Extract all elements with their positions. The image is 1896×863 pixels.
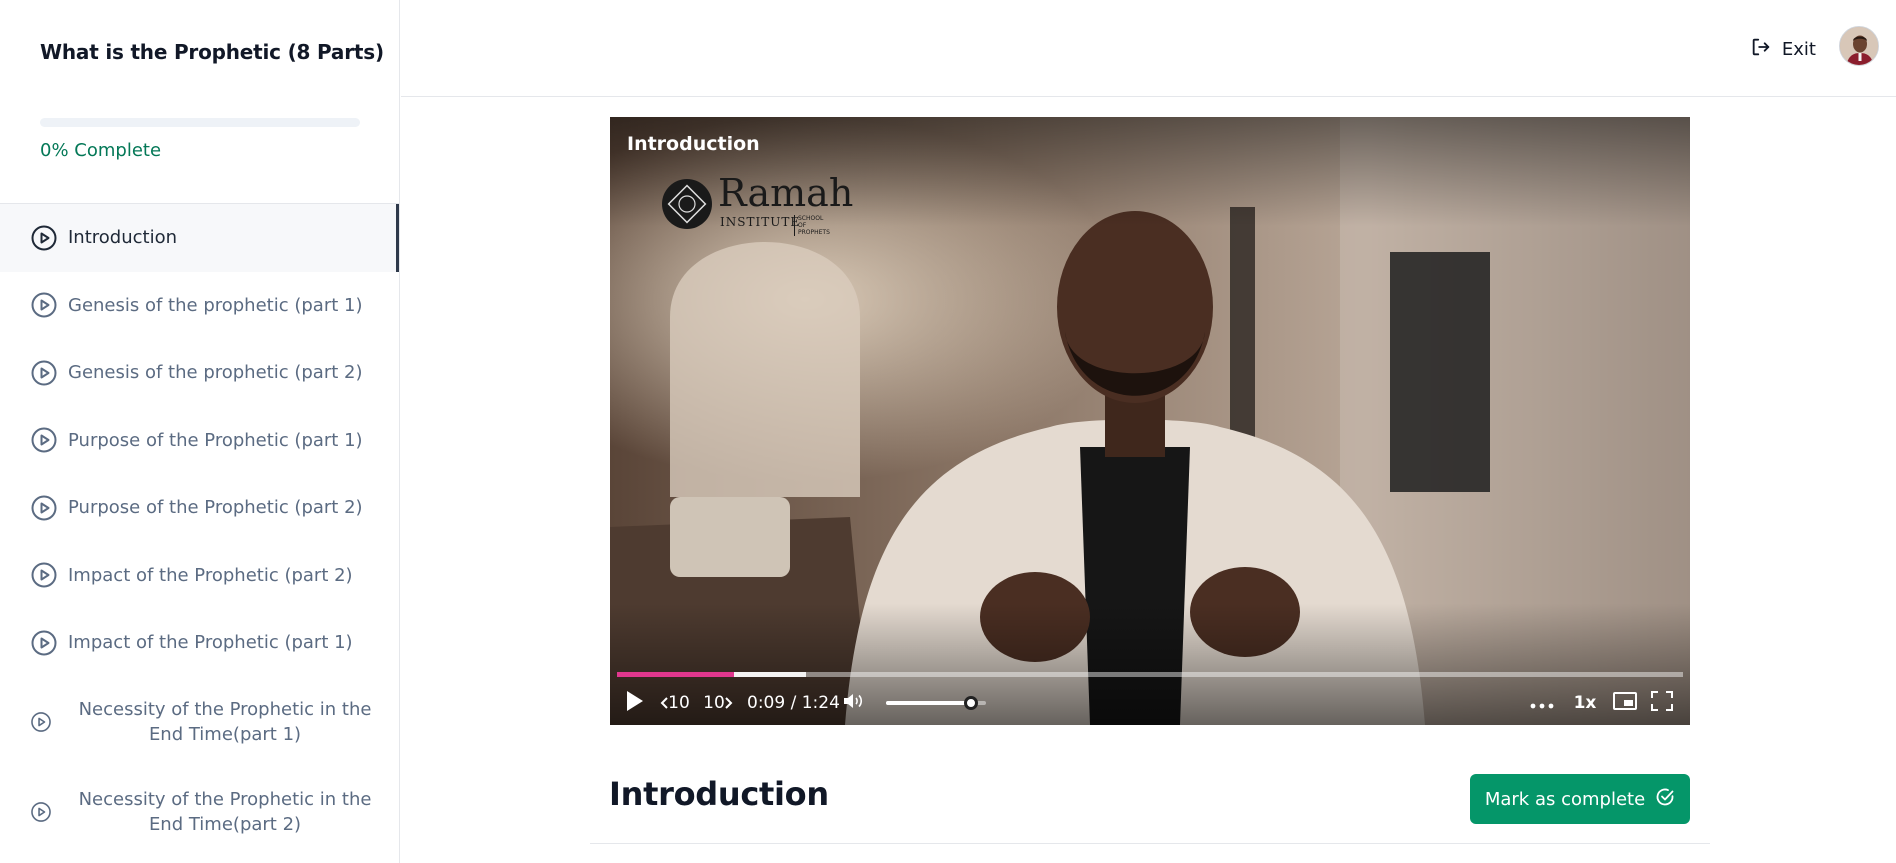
seek-bar[interactable] bbox=[617, 672, 1683, 677]
check-circle-icon bbox=[1655, 787, 1675, 812]
play-circle-icon bbox=[30, 801, 52, 823]
course-progress-bar bbox=[40, 118, 360, 127]
rewind-10-button[interactable]: 10 bbox=[659, 685, 691, 721]
play-circle-icon bbox=[30, 561, 58, 589]
lesson-item-impact-part-1[interactable]: Impact of the Prophetic (part 1) bbox=[0, 609, 399, 677]
play-circle-icon bbox=[30, 629, 58, 657]
lesson-item-label: Genesis of the prophetic (part 2) bbox=[68, 362, 363, 384]
more-options-button[interactable] bbox=[1527, 685, 1557, 721]
lesson-list: Introduction Genesis of the prophetic (p… bbox=[0, 204, 399, 857]
app: What is the Prophetic (8 Parts) 0% Compl… bbox=[0, 0, 1896, 863]
logo-name: Ramah bbox=[718, 171, 854, 215]
play-circle-icon bbox=[30, 494, 58, 522]
volume-slider[interactable] bbox=[886, 696, 986, 710]
lesson-item-impact-part-2[interactable]: Impact of the Prophetic (part 2) bbox=[0, 542, 399, 610]
lesson-item-necessity-part-2[interactable]: Necessity of the Prophetic in the End Ti… bbox=[0, 767, 399, 857]
course-progress-label: 0% Complete bbox=[40, 140, 162, 161]
logo-sub: INSTITUTE bbox=[720, 215, 801, 229]
lesson-item-label: Genesis of the prophetic (part 1) bbox=[68, 294, 363, 316]
top-header: Exit bbox=[401, 0, 1896, 97]
video-player[interactable]: Introduction Ramah INSTITUTE SCHOOL OF P… bbox=[610, 117, 1690, 725]
content-divider bbox=[590, 843, 1710, 844]
mark-as-complete-button[interactable]: Mark as complete bbox=[1470, 774, 1690, 824]
lesson-item-introduction[interactable]: Introduction bbox=[0, 204, 399, 272]
forward-10-button[interactable]: 10 bbox=[702, 685, 734, 721]
picture-in-picture-button[interactable] bbox=[1610, 685, 1640, 721]
fullscreen-icon bbox=[1651, 691, 1673, 715]
lesson-item-label: Impact of the Prophetic (part 2) bbox=[68, 564, 353, 586]
play-button[interactable] bbox=[622, 685, 648, 721]
time-display: 0:09 / 1:24 bbox=[747, 693, 840, 713]
lesson-item-genesis-part-2[interactable]: Genesis of the prophetic (part 2) bbox=[0, 339, 399, 407]
lesson-item-necessity-part-1[interactable]: Necessity of the Prophetic in the End Ti… bbox=[0, 677, 399, 767]
user-avatar[interactable] bbox=[1839, 26, 1879, 66]
play-circle-icon bbox=[30, 224, 58, 252]
volume-button[interactable] bbox=[840, 685, 868, 721]
forward-label: 10 bbox=[703, 693, 725, 713]
video-controls: 10 10 0:09 / 1:24 1x bbox=[610, 685, 1690, 721]
fullscreen-button[interactable] bbox=[1647, 685, 1677, 721]
logo-emblem-icon bbox=[662, 179, 712, 229]
rewind-label: 10 bbox=[668, 693, 690, 713]
volume-icon bbox=[842, 691, 866, 715]
lesson-item-purpose-part-2[interactable]: Purpose of the Prophetic (part 2) bbox=[0, 474, 399, 542]
lesson-item-label: Purpose of the Prophetic (part 1) bbox=[68, 429, 363, 451]
logo-sub2: SCHOOL OF PROPHETS bbox=[794, 215, 830, 236]
more-icon bbox=[1530, 694, 1554, 713]
course-sidebar: What is the Prophetic (8 Parts) 0% Compl… bbox=[0, 0, 400, 863]
play-circle-icon bbox=[30, 426, 58, 454]
play-circle-icon bbox=[30, 291, 58, 319]
exit-label: Exit bbox=[1781, 39, 1816, 60]
mark-as-complete-label: Mark as complete bbox=[1484, 788, 1646, 810]
pip-icon bbox=[1613, 692, 1637, 714]
ramah-institute-logo: Ramah INSTITUTE SCHOOL OF PROPHETS bbox=[660, 171, 853, 236]
lesson-item-label: Necessity of the Prophetic in the End Ti… bbox=[78, 698, 372, 745]
lesson-item-label: Impact of the Prophetic (part 1) bbox=[68, 632, 353, 654]
rewind-10-icon bbox=[660, 694, 668, 713]
lesson-item-label: Necessity of the Prophetic in the End Ti… bbox=[78, 788, 372, 835]
seek-played bbox=[617, 672, 735, 677]
sign-out-icon bbox=[1750, 36, 1772, 63]
volume-slider-handle[interactable] bbox=[964, 696, 978, 710]
lesson-item-genesis-part-1[interactable]: Genesis of the prophetic (part 1) bbox=[0, 272, 399, 340]
forward-10-icon bbox=[725, 694, 733, 713]
lesson-item-purpose-part-1[interactable]: Purpose of the Prophetic (part 1) bbox=[0, 407, 399, 475]
playback-speed-button[interactable]: 1x bbox=[1570, 685, 1600, 721]
play-icon bbox=[625, 690, 645, 716]
lesson-heading: Introduction bbox=[609, 775, 829, 813]
exit-button[interactable]: Exit bbox=[1750, 36, 1816, 63]
volume-slider-fill bbox=[886, 701, 971, 705]
play-circle-icon bbox=[30, 711, 52, 733]
video-title: Introduction bbox=[627, 133, 760, 155]
lesson-item-label: Introduction bbox=[68, 227, 178, 249]
lesson-item-label: Purpose of the Prophetic (part 2) bbox=[68, 497, 363, 519]
course-title: What is the Prophetic (8 Parts) bbox=[40, 40, 384, 64]
play-circle-icon bbox=[30, 359, 58, 387]
